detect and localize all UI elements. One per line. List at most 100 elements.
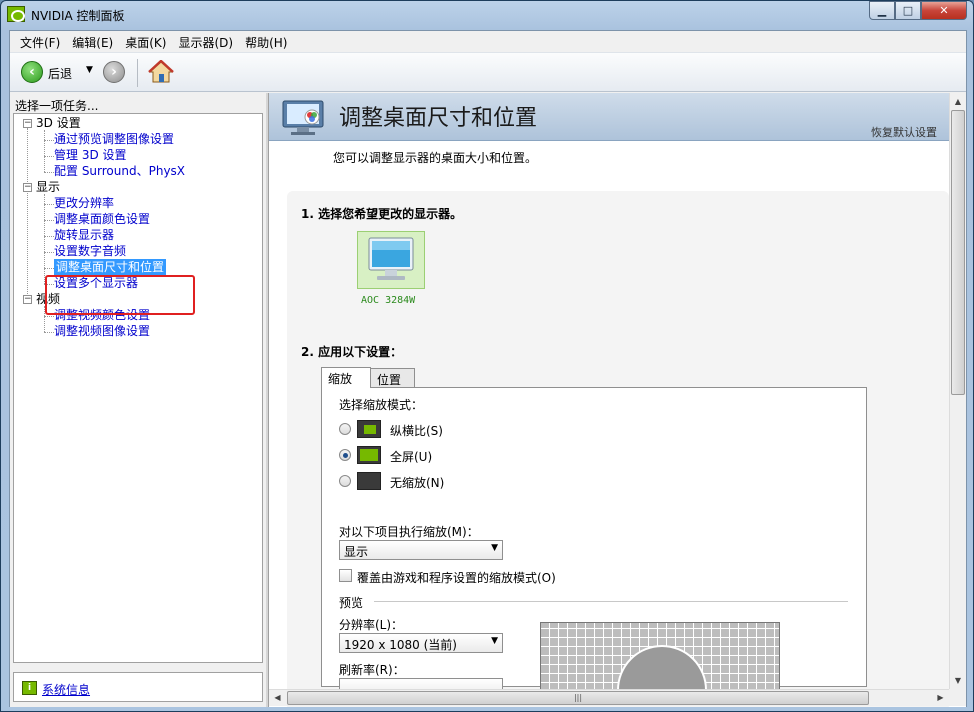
perform-scaling-on-select[interactable]: 显示 ▼	[339, 540, 503, 560]
nvidia-logo-icon	[7, 6, 25, 22]
horizontal-scrollbar[interactable]: ◀ ||| ▶	[269, 689, 949, 706]
sidebar-item-manage-3d[interactable]: 管理 3D 设置	[54, 147, 127, 163]
chevron-down-icon: ▼	[491, 543, 498, 553]
monitor-label: AOC 3284W	[361, 295, 416, 306]
menu-desktop[interactable]: 桌面(K)	[119, 31, 172, 51]
preview-test-pattern	[617, 645, 707, 691]
full-screen-label[interactable]: 全屏(U)	[390, 448, 432, 465]
sidebar-item-image-preview[interactable]: 通过预览调整图像设置	[54, 131, 174, 147]
page-banner: 调整桌面尺寸和位置 恢复默认设置	[269, 93, 949, 141]
system-info-link[interactable]: 系统信息	[42, 681, 90, 698]
scroll-up-icon[interactable]: ▲	[950, 93, 966, 110]
scaling-tab-body: 选择缩放模式： 纵横比(S) 全屏(U) 无缩放(N) 对以下项目执行缩放(M)…	[321, 387, 867, 698]
tree-line	[44, 194, 45, 284]
sidebar-item-rotate-display[interactable]: 旋转显示器	[54, 227, 114, 243]
sidebar-item-desktop-color[interactable]: 调整桌面颜色设置	[54, 211, 150, 227]
title-bar[interactable]: NVIDIA 控制面板 ▁ □ ✕	[1, 1, 973, 29]
sidebar-item-desktop-size-position[interactable]: 调整桌面尺寸和位置	[54, 259, 167, 275]
sidebar-item-video-image[interactable]: 调整视频图像设置	[54, 323, 150, 339]
client-area: 文件(F) 编辑(E) 桌面(K) 显示器(D) 帮助(H) ‹ 后退 ▼ › …	[9, 30, 967, 707]
sidebar-item-surround-physx[interactable]: 配置 Surround、PhysX	[54, 163, 185, 179]
scroll-down-icon[interactable]: ▼	[950, 672, 966, 689]
menu-file[interactable]: 文件(F)	[14, 31, 66, 51]
toolbar: ‹ 后退 ▼ ›	[10, 52, 966, 92]
scroll-right-icon[interactable]: ▶	[932, 690, 949, 706]
preview-divider	[374, 601, 848, 602]
page-description: 您可以调整显示器的桌面大小和位置。	[333, 151, 538, 165]
menu-edit[interactable]: 编辑(E)	[66, 31, 119, 51]
tree-line	[44, 268, 54, 269]
tree-line	[44, 140, 54, 141]
system-info-panel: i 系统信息	[13, 672, 263, 702]
perform-scaling-on-label: 对以下项目执行缩放(M)：	[339, 525, 479, 539]
display-icon	[368, 237, 414, 280]
vertical-scrollbar[interactable]: ▲ ▼	[949, 93, 966, 689]
monitor-icon	[282, 100, 324, 135]
tree-line	[44, 316, 54, 317]
tree-line	[27, 128, 28, 298]
radio-no-scaling[interactable]	[339, 475, 351, 487]
tab-scaling[interactable]: 缩放	[321, 367, 371, 388]
collapse-toggle-icon[interactable]: −	[23, 295, 32, 304]
window-title: NVIDIA 控制面板	[31, 9, 125, 23]
home-icon[interactable]	[148, 60, 174, 84]
page-title: 调整桌面尺寸和位置	[339, 106, 538, 131]
sidebar-heading: 选择一项任务...	[15, 99, 99, 113]
menu-display[interactable]: 显示器(D)	[172, 31, 239, 51]
tree-group-display[interactable]: 显示	[36, 179, 60, 195]
preview-label: 预览	[339, 596, 364, 610]
sidebar-item-change-resolution[interactable]: 更改分辨率	[54, 195, 114, 211]
menu-bar: 文件(F) 编辑(E) 桌面(K) 显示器(D) 帮助(H)	[10, 31, 966, 51]
collapse-toggle-icon[interactable]: −	[23, 119, 32, 128]
resolution-value: 1920 x 1080 (当前)	[344, 638, 457, 652]
tree-line	[44, 156, 54, 157]
horizontal-scroll-thumb[interactable]: |||	[287, 691, 869, 705]
scroll-left-icon[interactable]: ◀	[269, 690, 286, 706]
scaling-mode-label: 选择缩放模式：	[339, 398, 424, 412]
arrow-right-icon[interactable]: ›	[103, 61, 125, 83]
radio-aspect-ratio[interactable]	[339, 423, 351, 435]
tab-position[interactable]: 位置	[370, 368, 415, 388]
step-1-heading: 1. 选择您希望更改的显示器。	[301, 207, 463, 221]
window-controls: ▁ □ ✕	[869, 1, 967, 20]
collapse-toggle-icon[interactable]: −	[23, 183, 32, 192]
close-button[interactable]: ✕	[921, 1, 967, 20]
no-scaling-icon	[357, 472, 381, 490]
step-2-heading: 2. 应用以下设置：	[301, 345, 403, 359]
task-tree: − 3D 设置 通过预览调整图像设置 管理 3D 设置 配置 Surround、…	[13, 113, 263, 663]
tree-line	[44, 332, 54, 333]
minimize-button[interactable]: ▁	[869, 1, 895, 20]
settings-tabs: 缩放 位置 选择缩放模式： 纵横比(S) 全屏(U) 无缩放(N) 对以下项目执…	[321, 367, 867, 698]
radio-full-screen[interactable]	[339, 449, 351, 461]
sidebar-item-digital-audio[interactable]: 设置数字音频	[54, 243, 126, 259]
content-pane: 调整桌面尺寸和位置 恢复默认设置 您可以调整显示器的桌面大小和位置。 1. 选择…	[268, 93, 966, 707]
scrollbar-corner	[949, 689, 966, 706]
back-button-label[interactable]: 后退	[48, 65, 72, 82]
toolbar-separator	[137, 59, 138, 87]
full-screen-icon	[357, 446, 381, 464]
override-scaling-checkbox[interactable]	[339, 569, 352, 582]
perform-scaling-on-value: 显示	[344, 545, 369, 559]
arrow-left-icon[interactable]: ‹	[21, 61, 43, 83]
vertical-scroll-thumb[interactable]	[951, 110, 965, 395]
chevron-down-icon: ▼	[491, 636, 498, 646]
settings-panel: 1. 选择您希望更改的显示器。 AOC 3284W 2. 应用以下设置： 缩放 …	[287, 191, 949, 707]
aspect-ratio-label[interactable]: 纵横比(S)	[390, 422, 443, 439]
maximize-button[interactable]: □	[895, 1, 921, 20]
tree-line	[44, 220, 54, 221]
no-scaling-label[interactable]: 无缩放(N)	[390, 474, 444, 491]
override-scaling-label[interactable]: 覆盖由游戏和程序设置的缩放模式(O)	[357, 569, 556, 586]
aspect-ratio-icon	[357, 420, 381, 438]
refresh-rate-label: 刷新率(R)：	[339, 663, 405, 677]
tree-line	[44, 130, 45, 172]
resolution-select[interactable]: 1920 x 1080 (当前) ▼	[339, 633, 503, 653]
tree-line	[44, 236, 54, 237]
resolution-label: 分辨率(L)：	[339, 618, 404, 632]
tree-line	[44, 252, 54, 253]
monitor-selector[interactable]	[357, 231, 425, 289]
restore-defaults-link[interactable]: 恢复默认设置	[871, 124, 937, 140]
tree-group-3d[interactable]: 3D 设置	[36, 115, 81, 131]
chevron-down-icon[interactable]: ▼	[86, 65, 93, 75]
menu-help[interactable]: 帮助(H)	[239, 31, 293, 51]
main-window: NVIDIA 控制面板 ▁ □ ✕ 文件(F) 编辑(E) 桌面(K) 显示器(…	[0, 0, 974, 712]
